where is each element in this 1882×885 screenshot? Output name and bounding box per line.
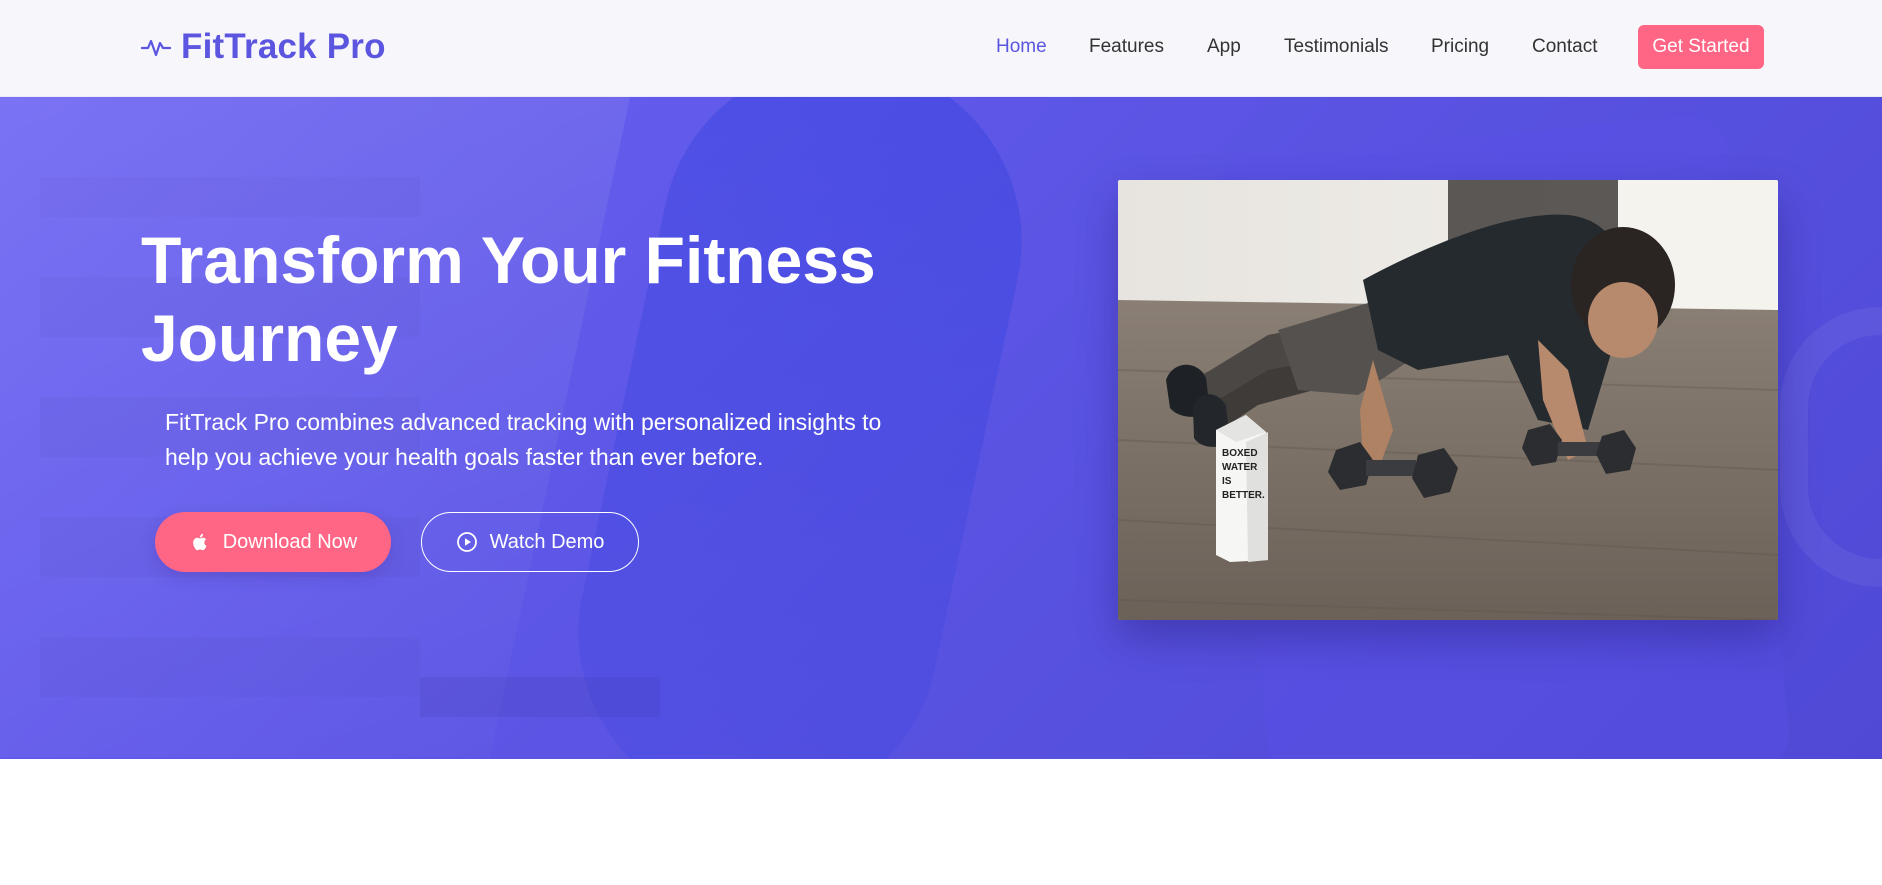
get-started-button[interactable]: Get Started <box>1638 25 1764 69</box>
hero-image: BOXED WATER IS BETTER. <box>1118 180 1778 620</box>
nav-link-features[interactable]: Features <box>1089 30 1164 64</box>
hero-section: Transform Your Fitness Journey FitTrack … <box>0 97 1882 759</box>
svg-text:WATER: WATER <box>1222 462 1258 473</box>
apple-icon <box>192 533 207 551</box>
nav-link-home[interactable]: Home <box>996 30 1047 64</box>
pulse-icon <box>141 39 171 57</box>
download-now-label: Download Now <box>222 530 358 553</box>
nav-link-app[interactable]: App <box>1207 30 1241 64</box>
navbar: FitTrack Pro Home Features App Testimoni… <box>0 0 1882 97</box>
download-now-button[interactable]: Download Now <box>155 512 391 572</box>
watch-demo-button[interactable]: Watch Demo <box>421 512 639 572</box>
next-section <box>0 759 1882 885</box>
nav-link-contact[interactable]: Contact <box>1532 30 1597 64</box>
svg-text:BETTER.: BETTER. <box>1222 490 1265 501</box>
nav-link-pricing[interactable]: Pricing <box>1431 30 1489 64</box>
play-circle-icon <box>456 532 477 552</box>
hero-background-bar <box>420 677 660 717</box>
watch-demo-label: Watch Demo <box>489 530 605 553</box>
hero-title: Transform Your Fitness Journey <box>141 223 876 375</box>
svg-text:BOXED: BOXED <box>1222 448 1258 459</box>
brand-name: FitTrack Pro <box>181 27 386 66</box>
water-carton: BOXED WATER IS BETTER. <box>1216 415 1268 562</box>
hero-background-ring <box>1780 307 1882 587</box>
brand-logo[interactable]: FitTrack Pro <box>141 26 386 68</box>
pushup-photo: BOXED WATER IS BETTER. <box>1118 180 1778 620</box>
svg-text:IS: IS <box>1222 476 1232 487</box>
nav-link-testimonials[interactable]: Testimonials <box>1284 30 1389 64</box>
hero-subtitle: FitTrack Pro combines advanced tracking … <box>165 409 882 470</box>
